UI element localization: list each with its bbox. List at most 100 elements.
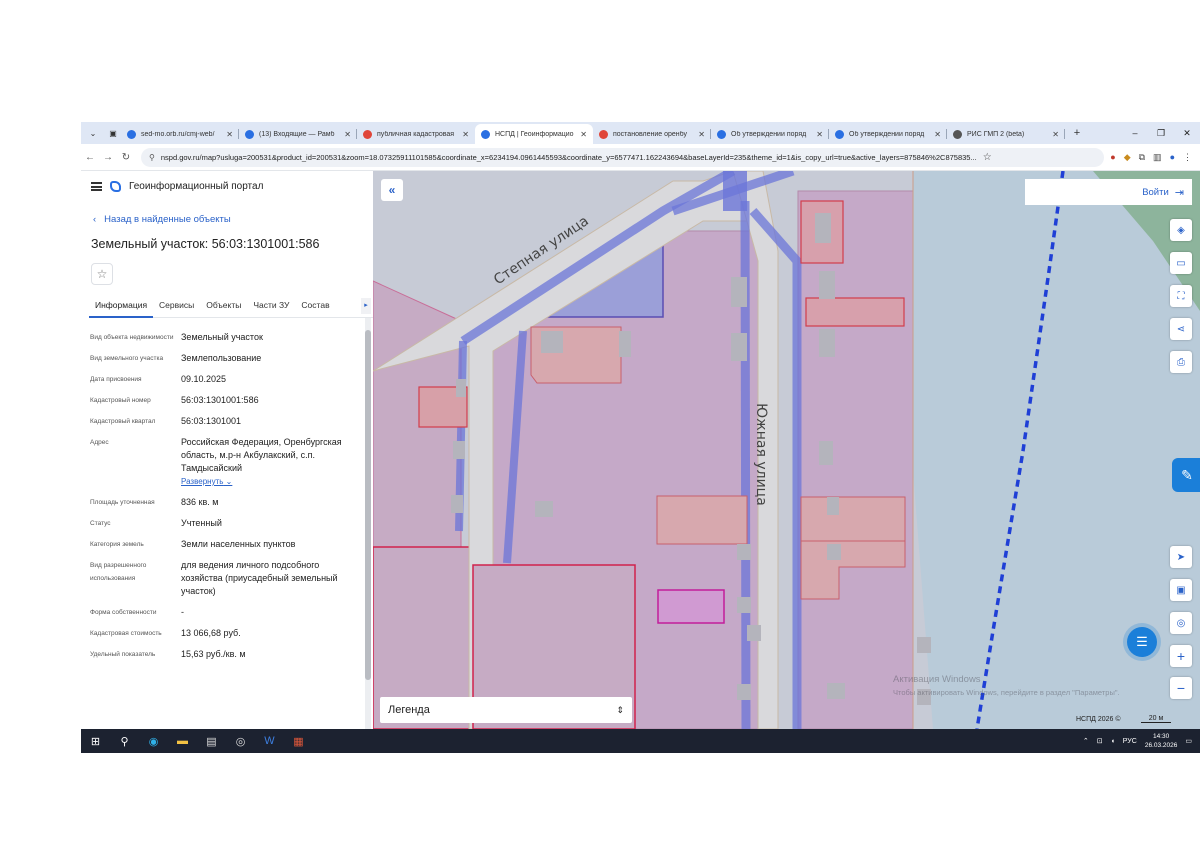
tab-close-icon[interactable]: ✕	[816, 130, 823, 139]
sidebar-icon[interactable]: ▥	[1153, 152, 1162, 163]
tab-composition[interactable]: Состав	[295, 296, 335, 318]
expand-address-link[interactable]: Развернуть ⌄	[181, 475, 358, 488]
property-key: Вид разрешенного использования	[90, 562, 147, 582]
tab-close-icon[interactable]: ✕	[226, 130, 233, 139]
property-value: 13 066,68 руб.	[181, 627, 358, 640]
chat-bubble-icon[interactable]: ☰	[1127, 627, 1157, 657]
tab-objects[interactable]: Объекты	[200, 296, 247, 318]
profile-icon[interactable]: ●	[1170, 152, 1175, 162]
hamburger-menu-icon[interactable]	[91, 182, 102, 191]
reload-icon[interactable]: ↻	[117, 152, 135, 163]
pin-icon[interactable]: ◎	[1170, 612, 1192, 634]
area-select-icon[interactable]: ⛶	[1170, 285, 1192, 307]
property-value-text: 13 066,68 руб.	[181, 628, 241, 638]
language-indicator[interactable]: РУС	[1123, 738, 1137, 745]
forward-arrow-icon[interactable]: →	[99, 152, 117, 163]
search-icon[interactable]: ⚲	[110, 729, 139, 753]
browser-tab[interactable]: (13) Входящие — Рамб ✕	[239, 124, 357, 144]
browser-tab[interactable]: Об утверждении поряд ✕	[829, 124, 947, 144]
word-icon[interactable]: W	[255, 729, 284, 753]
tab-info[interactable]: Информация	[89, 296, 154, 318]
property-value: 56:03:1301001:586	[181, 394, 358, 407]
app-icon[interactable]: ▦	[284, 729, 313, 753]
browser-tab[interactable]: публичная кадастровая ✕	[357, 124, 475, 144]
tabs-scroll-right-icon[interactable]: ▸	[361, 298, 371, 314]
tab-close-icon[interactable]: ✕	[934, 130, 941, 139]
clock-date: 26.03.2026	[1144, 742, 1178, 749]
tab-parts[interactable]: Части ЗУ	[247, 296, 295, 318]
property-value: Учтенный	[181, 517, 358, 530]
file-explorer-icon[interactable]: ▬	[168, 729, 197, 753]
favorite-star-icon[interactable]: ☆	[91, 263, 113, 285]
minimap-icon[interactable]: ▣	[1170, 579, 1192, 601]
property-value: Земли населенных пунктов	[181, 538, 358, 551]
tab-close-icon[interactable]: ✕	[580, 130, 587, 139]
tab-strip: sed-mo.orb.ru/cmj-web/✕ (13) Входящие — Р…	[121, 122, 1065, 144]
system-tray: ⌃ ⊡ ◖ РУС 14:30 26.03.2026 ▭	[1083, 732, 1200, 750]
object-title: Земельный участок: 56:03:1301001:586	[91, 237, 320, 251]
maximize-icon[interactable]: ❐	[1148, 128, 1174, 139]
clock[interactable]: 14:30 26.03.2026	[1145, 732, 1178, 750]
login-button[interactable]: Войти ⇥	[1025, 179, 1192, 205]
help-chat-icon[interactable]: ✎	[1172, 458, 1200, 492]
zoom-in-icon[interactable]: +	[1170, 645, 1192, 667]
print-icon[interactable]: ⎙	[1170, 351, 1192, 373]
browser-tab[interactable]: постановление оренбу ✕	[593, 124, 711, 144]
tab-favicon-icon	[717, 129, 726, 139]
close-window-icon[interactable]: ✕	[1174, 128, 1200, 139]
property-row: Вид объекта недвижимости Земельный участо…	[90, 331, 358, 344]
url-field[interactable]: ⚲ nspd.gov.ru/map?usluga=200531&product_…	[141, 147, 1105, 167]
notifications-icon[interactable]: ▭	[1185, 737, 1192, 745]
new-tab-button[interactable]: +	[1069, 125, 1085, 141]
property-key: Кадастровый номер	[90, 397, 151, 404]
tab-services[interactable]: Сервисы	[153, 296, 200, 318]
tab-close-icon[interactable]: ✕	[462, 130, 469, 139]
browser-tab[interactable]: НСПД | Геоинформацио ✕	[475, 124, 593, 144]
address-bar-row: ← → ↻ ⚲ nspd.gov.ru/map?usluga=200531&pr…	[81, 144, 1200, 171]
chevron-left-icon: ‹	[93, 214, 97, 225]
site-info-icon[interactable]: ⚲	[149, 153, 155, 162]
extensions-puzzle-icon[interactable]: ⧉	[1139, 152, 1145, 163]
property-value-text: Российская Федерация, Оренбургская облас…	[181, 437, 342, 473]
ruler-icon[interactable]: ▭	[1170, 252, 1192, 274]
browser-tab[interactable]: РИС ГМП 2 (beta) ✕	[947, 124, 1065, 144]
edge-browser-icon[interactable]: ◉	[139, 729, 168, 753]
portal-name: Геоинформационный портал	[129, 181, 264, 192]
collapse-panel-button[interactable]: «	[381, 179, 403, 201]
browser-tab[interactable]: Об утверждении поряд ✕	[711, 124, 829, 144]
tray-chevron-icon[interactable]: ⌃	[1083, 737, 1089, 745]
tab-separator	[1064, 129, 1065, 139]
chrome-icon[interactable]: ◎	[226, 729, 255, 753]
start-windows-icon[interactable]: ⊞	[81, 729, 110, 753]
layers-icon[interactable]: ◈	[1170, 219, 1192, 241]
property-key: Категория земель	[90, 541, 144, 548]
pinned-tab-icon[interactable]: ▣	[105, 125, 121, 141]
bookmark-star-icon[interactable]: ☆	[983, 152, 992, 163]
tab-close-icon[interactable]: ✕	[344, 130, 351, 139]
store-icon[interactable]: ▤	[197, 729, 226, 753]
tab-search-icon[interactable]: ⌄	[85, 125, 101, 141]
share-icon[interactable]: ⋖	[1170, 318, 1192, 340]
scrollbar-thumb[interactable]	[365, 330, 371, 680]
volume-icon[interactable]: ◖	[1111, 738, 1115, 745]
network-icon[interactable]: ⊡	[1097, 737, 1103, 745]
menu-kebab-icon[interactable]: ⋮	[1183, 152, 1192, 163]
extension-2-icon[interactable]: ◆	[1124, 152, 1131, 163]
tab-close-icon[interactable]: ✕	[698, 130, 705, 139]
legend-select[interactable]: Легенда ⇕	[380, 697, 632, 723]
extension-icon[interactable]: ●	[1110, 152, 1115, 162]
tab-close-icon[interactable]: ✕	[1052, 130, 1059, 139]
back-arrow-icon[interactable]: ←	[81, 152, 99, 163]
map-view[interactable]: Степная улица Южная улица « Войти ⇥ ◈ ▭ …	[373, 171, 1200, 729]
back-to-results-link[interactable]: ‹ Назад в найденные объекты	[93, 214, 231, 225]
zoom-out-icon[interactable]: −	[1170, 677, 1192, 699]
panel-scrollbar[interactable]	[365, 318, 371, 729]
locate-icon[interactable]: ➤	[1170, 546, 1192, 568]
property-row: Вид земельного участка Землепользование	[90, 352, 358, 365]
tab-title: НСПД | Геоинформацио	[495, 130, 574, 138]
browser-tab[interactable]: sed-mo.orb.ru/cmj-web/ ✕	[121, 124, 239, 144]
property-key: Удельный показатель	[90, 651, 156, 658]
minimize-icon[interactable]: –	[1122, 128, 1148, 139]
property-value: 09.10.2025	[181, 373, 358, 386]
property-value: 56:03:1301001	[181, 415, 358, 428]
